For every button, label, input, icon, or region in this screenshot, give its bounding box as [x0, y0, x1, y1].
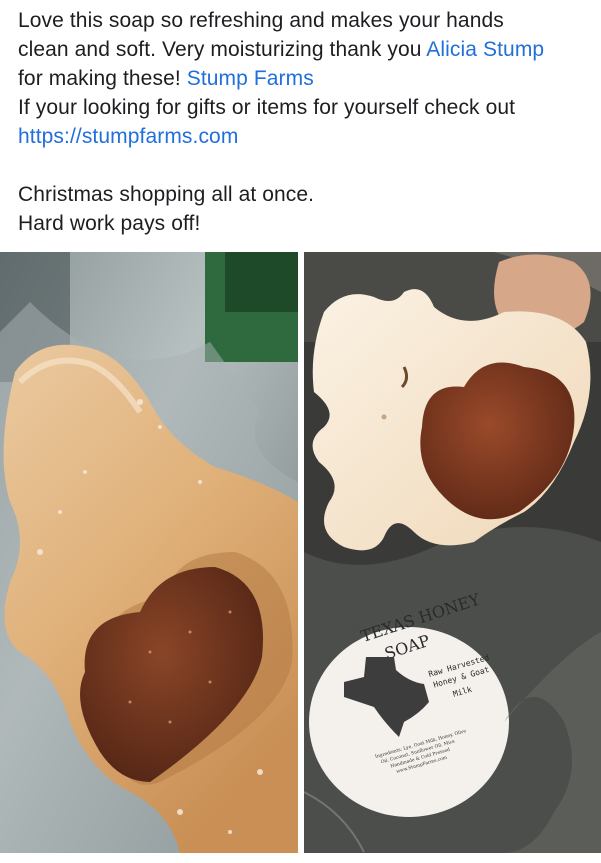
mention-stump-farms[interactable]: Stump Farms: [187, 67, 314, 90]
website-link[interactable]: https://stumpfarms.com: [18, 125, 238, 148]
post-text-segment: for making these!: [18, 67, 187, 90]
post-line: https://stumpfarms.com: [18, 122, 593, 151]
post-line: Christmas shopping all at once.: [18, 180, 593, 209]
post-line: Hard work pays off!: [18, 209, 593, 238]
post-text-segment: Christmas shopping all at once.: [18, 183, 315, 206]
post-line: clean and soft. Very moisturizing thank …: [18, 35, 593, 64]
post-text-segment: clean and soft. Very moisturizing thank …: [18, 38, 427, 61]
post-text-segment: If your looking for gifts or items for y…: [18, 96, 516, 119]
soap-with-label-image: TEXAS HONEY SOAP Raw Harvested Honey & G…: [304, 252, 601, 853]
post-text: Love this soap so refreshing and makes y…: [18, 6, 593, 238]
mention-alicia-stump[interactable]: Alicia Stump: [426, 38, 544, 61]
post-line: for making these! Stump Farms: [18, 64, 593, 93]
post-line: If your looking for gifts or items for y…: [18, 93, 593, 122]
post-text-segment: Love this soap so refreshing and makes y…: [18, 9, 504, 32]
post-photo-right[interactable]: TEXAS HONEY SOAP Raw Harvested Honey & G…: [304, 252, 601, 853]
post-photo-left[interactable]: [0, 252, 298, 853]
post-line: Love this soap so refreshing and makes y…: [18, 6, 593, 35]
post-text-segment: Hard work pays off!: [18, 212, 201, 235]
soap-closeup-image: [0, 252, 298, 853]
